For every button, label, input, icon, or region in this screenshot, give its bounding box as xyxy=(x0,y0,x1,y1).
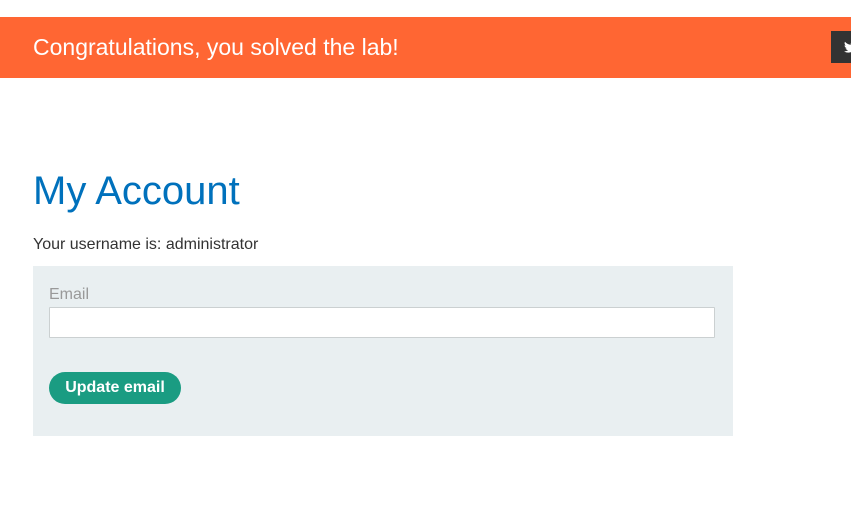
page-title: My Account xyxy=(33,169,240,213)
username-text: Your username is: administrator xyxy=(33,236,259,253)
email-label: Email xyxy=(49,286,90,303)
banner-message: Congratulations, you solved the lab! xyxy=(33,34,399,60)
change-email-form: Email Update email xyxy=(33,266,733,436)
lab-solved-banner: Congratulations, you solved the lab! xyxy=(0,17,851,78)
twitter-share-button[interactable] xyxy=(831,31,851,63)
email-input[interactable] xyxy=(49,307,715,338)
update-email-button[interactable]: Update email xyxy=(49,372,181,404)
twitter-icon xyxy=(844,41,851,53)
